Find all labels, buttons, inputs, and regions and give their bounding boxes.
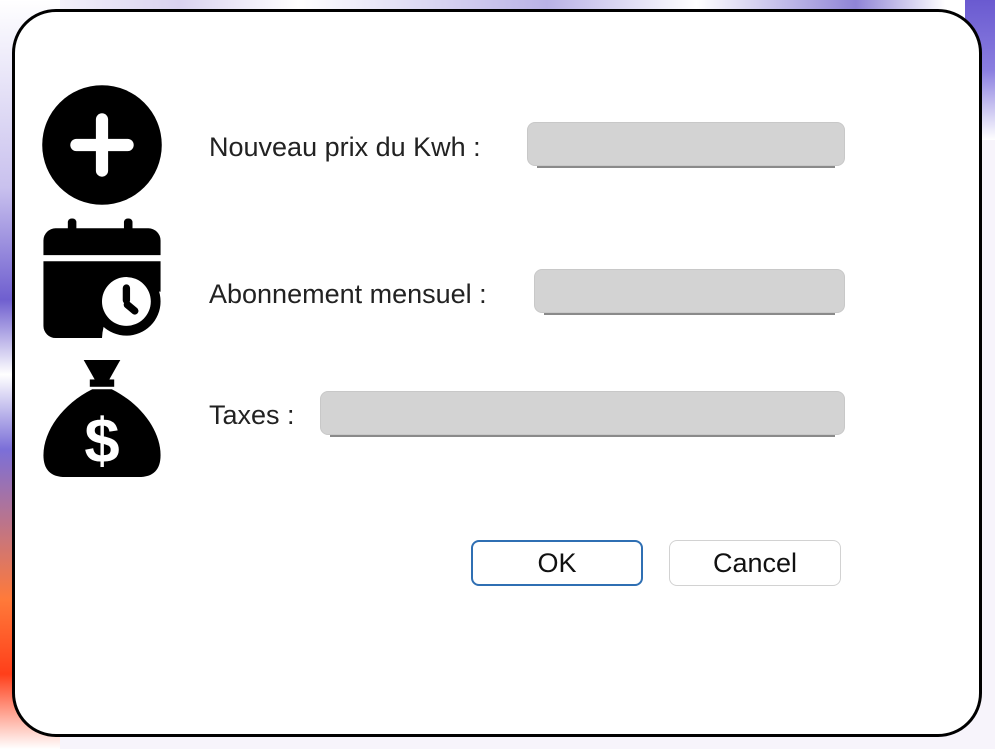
add-circle-icon: [41, 84, 163, 206]
monthly-subscription-label: Abonnement mensuel :: [209, 279, 487, 309]
price-settings-dialog: $ Nouveau prix du Kwh : Abonnement mensu…: [12, 9, 982, 737]
kwh-price-input[interactable]: [527, 122, 845, 166]
ok-button[interactable]: OK: [471, 540, 643, 586]
kwh-price-label: Nouveau prix du Kwh :: [209, 132, 481, 162]
kwh-price-input-underline: [537, 166, 835, 168]
cancel-button[interactable]: Cancel: [669, 540, 841, 586]
taxes-input-underline: [330, 435, 835, 437]
calendar-clock-icon: [41, 217, 163, 342]
taxes-input[interactable]: [320, 391, 845, 435]
taxes-label: Taxes :: [209, 400, 295, 430]
monthly-subscription-input-underline: [544, 313, 835, 315]
monthly-subscription-input[interactable]: [534, 269, 845, 313]
svg-text:$: $: [84, 406, 119, 476]
money-bag-icon: $: [41, 356, 163, 481]
